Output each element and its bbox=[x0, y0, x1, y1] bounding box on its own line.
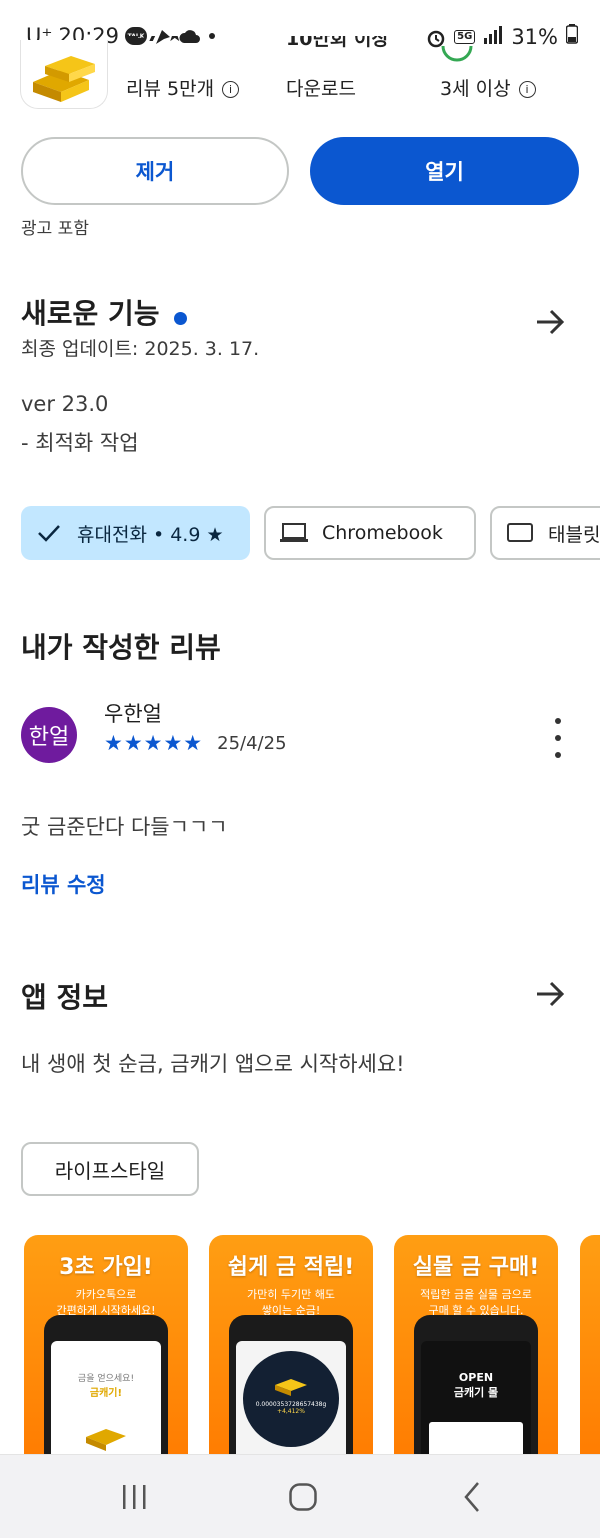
review-meta: ★★★★★ 25/4/25 bbox=[104, 731, 287, 755]
battery-icon bbox=[565, 24, 579, 49]
screenshot-2[interactable]: 쉽게 금 적립! 가만히 두기만 해도 쌓이는 순금! 0.0000353728… bbox=[209, 1235, 373, 1475]
rating-value: 4.7 ★ bbox=[126, 36, 246, 46]
whats-new-title: 새로운 기능 bbox=[21, 297, 160, 330]
chip-phone[interactable]: 휴대전화 • 4.9 ★ bbox=[21, 506, 250, 560]
screenshot-subtitle-1: 가만히 두기만 해도 bbox=[247, 1288, 335, 1301]
rating-value-clipped: 4.7 ★ bbox=[126, 36, 246, 54]
screenshot-subtitle-1: 적립한 금을 실물 금으로 bbox=[420, 1288, 532, 1301]
signal-icon bbox=[483, 25, 503, 49]
check-icon bbox=[38, 525, 60, 542]
age-label-text: 3세 이상 bbox=[440, 78, 511, 100]
arrow-right-icon[interactable] bbox=[534, 978, 566, 1014]
screenshot-screen-text-1: 금을 얻으세요! bbox=[77, 1374, 135, 1384]
screenshot-3[interactable]: 실물 금 구매! 적립한 금을 실물 금으로 구매 할 수 있습니다. OPEN… bbox=[394, 1235, 558, 1475]
screenshot-4-partial[interactable] bbox=[580, 1235, 600, 1475]
battery-percent: 31% bbox=[511, 24, 558, 49]
reviews-label[interactable]: 리뷰 5만개 i bbox=[126, 74, 240, 101]
whats-new-header[interactable]: 새로운 기능 bbox=[21, 292, 187, 332]
phone-mockup: 금을 얻으세요! 금캐기! bbox=[44, 1315, 168, 1475]
screenshot-screen-text-2: 금캐기! bbox=[89, 1388, 123, 1399]
chip-tablet[interactable]: 태블릿 bbox=[490, 506, 600, 560]
age-label[interactable]: 3세 이상 i bbox=[440, 74, 536, 101]
screenshot-1[interactable]: 3초 가입! 카카오톡으로 간편하게 시작하세요! 금을 얻으세요! 금캐기! bbox=[24, 1235, 188, 1475]
version-text: ver 23.0 bbox=[21, 392, 109, 416]
screenshot-heading: 쉽게 금 적립! bbox=[227, 1255, 355, 1280]
screenshot-heading: 실물 금 구매! bbox=[412, 1255, 540, 1280]
system-navigation-bar bbox=[0, 1454, 600, 1538]
new-indicator-dot-icon bbox=[173, 312, 187, 325]
app-description: 내 생애 첫 순금, 금캐기 앱으로 시작하세요! bbox=[21, 1052, 405, 1076]
chip-chromebook[interactable]: Chromebook bbox=[264, 506, 476, 560]
downloads-value: 10만회 이상 bbox=[286, 36, 389, 50]
screenshot-screen-text-1: OPEN bbox=[458, 1371, 494, 1384]
category-tag[interactable]: 라이프스타일 bbox=[21, 1142, 199, 1196]
last-updated-text: 최종 업데이트: 2025. 3. 17. bbox=[21, 338, 260, 360]
downloads-value-clipped: 10만회 이상 bbox=[286, 36, 416, 54]
app-info-title[interactable]: 앱 정보 bbox=[21, 976, 108, 1016]
chip-phone-label: 휴대전화 • 4.9 ★ bbox=[77, 523, 224, 546]
screenshot-screen-text-2: +4,412% bbox=[277, 1408, 305, 1415]
more-options-icon[interactable] bbox=[548, 718, 568, 758]
review-author: 우한얼 bbox=[104, 702, 162, 726]
my-review-title: 내가 작성한 리뷰 bbox=[21, 631, 221, 664]
chip-chromebook-label: Chromebook bbox=[322, 522, 443, 544]
open-button[interactable]: 열기 bbox=[310, 137, 579, 205]
gold-bars-icon bbox=[275, 1379, 307, 1396]
contains-ads-label: 광고 포함 bbox=[21, 219, 89, 239]
phone-mockup: 0.0000353728657438g +4,412% bbox=[229, 1315, 353, 1475]
reviews-label-text: 리뷰 5만개 bbox=[126, 78, 215, 100]
screenshot-screen-text-2: 금캐기 몰 bbox=[453, 1386, 499, 1399]
phone-mockup: OPEN 금캐기 몰 bbox=[414, 1315, 538, 1475]
screenshot-subtitle-1: 카카오톡으로 bbox=[75, 1288, 137, 1301]
edit-review-link[interactable]: 리뷰 수정 bbox=[21, 869, 106, 899]
home-icon[interactable] bbox=[288, 1482, 318, 1516]
gold-bars-icon bbox=[33, 56, 95, 102]
review-date: 25/4/25 bbox=[217, 732, 287, 754]
update-note: - 최적화 작업 bbox=[21, 431, 139, 455]
review-text: 굿 금준단다 다들ㄱㄱㄱ bbox=[21, 815, 228, 839]
info-icon: i bbox=[222, 81, 240, 98]
laptop-icon bbox=[280, 523, 308, 542]
screenshot-screen-text-1: 0.0000353728657438g bbox=[255, 1401, 327, 1408]
downloads-label: 다운로드 bbox=[286, 78, 356, 100]
uninstall-button[interactable]: 제거 bbox=[21, 137, 289, 205]
screenshot-heading: 3초 가입! bbox=[59, 1255, 153, 1280]
arrow-right-icon[interactable] bbox=[534, 306, 566, 342]
age-rating-badge-icon bbox=[440, 40, 474, 70]
back-icon[interactable] bbox=[462, 1481, 482, 1517]
tablet-icon bbox=[507, 523, 533, 542]
recent-apps-icon[interactable] bbox=[120, 1483, 150, 1515]
review-stars: ★★★★★ bbox=[104, 731, 204, 755]
avatar: 한얼 bbox=[21, 707, 77, 763]
chip-tablet-label: 태블릿 bbox=[548, 523, 600, 546]
app-icon bbox=[20, 40, 108, 109]
info-icon: i bbox=[518, 81, 536, 98]
gold-bars-icon bbox=[86, 1429, 126, 1451]
